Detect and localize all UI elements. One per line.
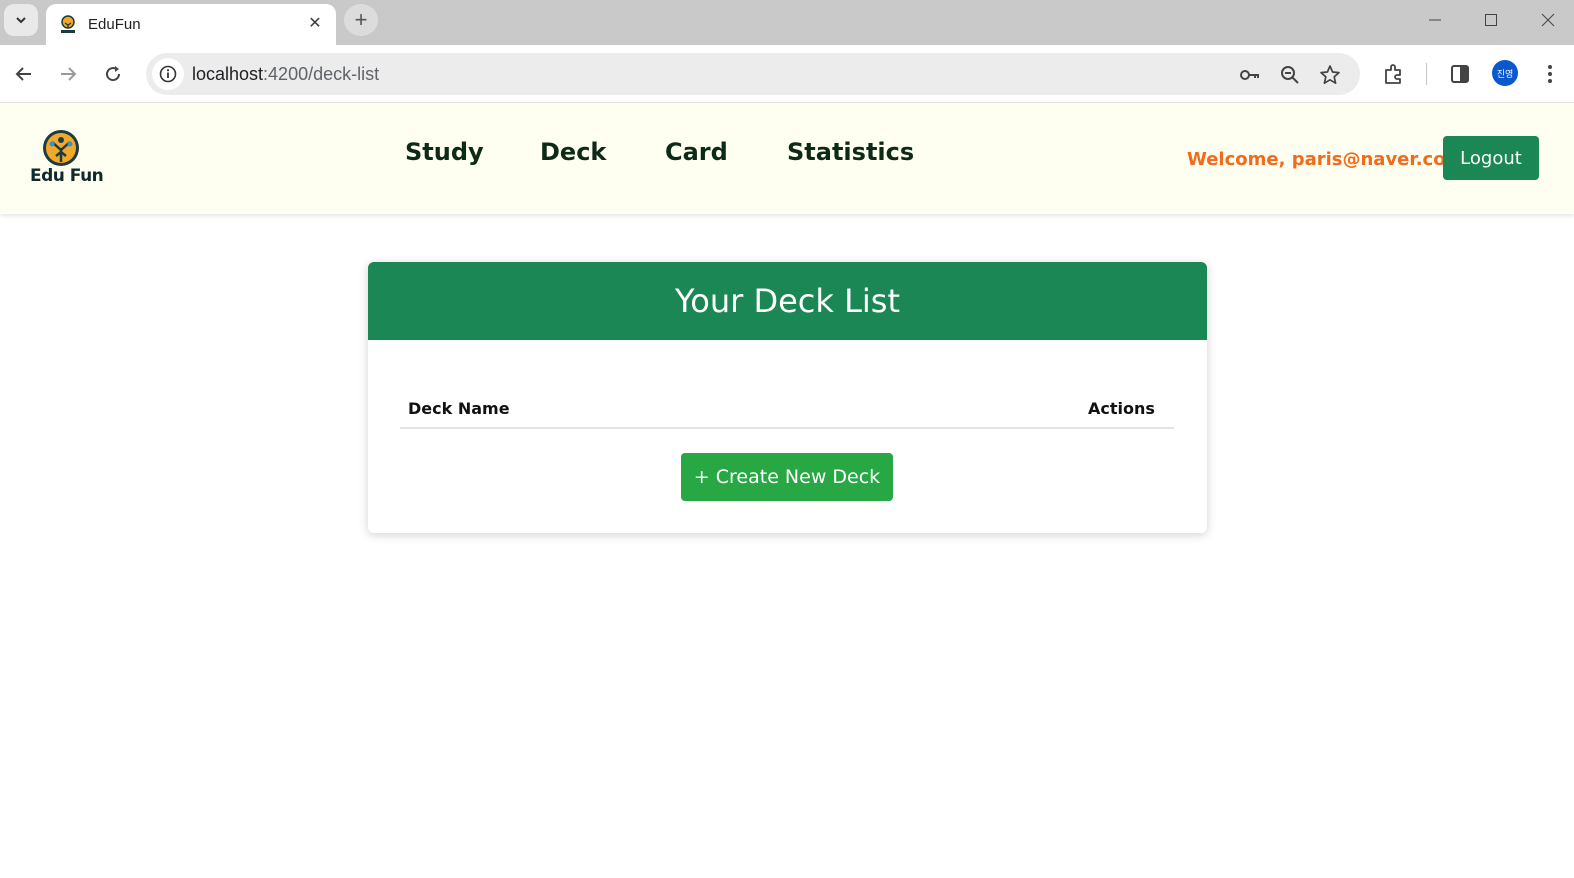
url-host: localhost (192, 64, 264, 84)
site-info-icon[interactable] (152, 58, 184, 90)
app-header: Edu Fun Study Deck Card Statistics Welco… (0, 104, 1574, 214)
back-arrow-icon[interactable] (9, 59, 39, 89)
browser-toolbar: localhost:4200/deck-list 진영 (0, 45, 1574, 103)
plus-icon: + (354, 7, 368, 32)
column-header-actions: Actions (1088, 399, 1155, 418)
column-header-deck-name: Deck Name (408, 399, 510, 418)
tab-title: EduFun (88, 16, 141, 33)
more-vert-icon[interactable] (1536, 60, 1564, 88)
nav-study[interactable]: Study (405, 138, 484, 166)
new-tab-button[interactable]: + (344, 4, 378, 36)
maximize-icon[interactable] (1476, 8, 1506, 32)
url-path: :4200/deck-list (263, 64, 380, 84)
profile-avatar[interactable]: 진영 (1492, 60, 1518, 86)
star-icon[interactable] (1318, 63, 1342, 87)
logout-button[interactable]: Logout (1443, 136, 1539, 180)
address-bar[interactable]: localhost:4200/deck-list (146, 53, 1360, 95)
extensions-icon[interactable] (1380, 60, 1408, 88)
nav-deck[interactable]: Deck (540, 138, 606, 166)
minimize-icon[interactable] (1420, 8, 1450, 32)
deck-list-title: Your Deck List (368, 262, 1207, 340)
table-header-divider (400, 427, 1174, 429)
tab-search-icon (16, 17, 26, 24)
side-panel-icon[interactable] (1446, 60, 1474, 88)
nav-statistics[interactable]: Statistics (787, 138, 914, 166)
create-new-deck-button[interactable]: + Create New Deck (681, 453, 893, 501)
welcome-message: Welcome, paris@naver.com! (1187, 149, 1473, 170)
toolbar-divider (1426, 63, 1427, 85)
browser-tab[interactable]: EduFun ✕ (46, 4, 336, 45)
logo-emblem-icon (43, 130, 79, 166)
browser-tabstrip: EduFun ✕ + (0, 0, 1574, 45)
zoom-icon[interactable] (1278, 63, 1302, 87)
logo-text: Edu Fun (30, 166, 104, 186)
window-close-icon[interactable] (1533, 8, 1563, 32)
deck-list-card: Your Deck List Deck Name Actions + Creat… (368, 262, 1207, 533)
url-text[interactable]: localhost:4200/deck-list (192, 64, 379, 85)
nav-card[interactable]: Card (665, 138, 728, 166)
tab-search-button[interactable] (4, 4, 38, 36)
key-icon[interactable] (1238, 63, 1262, 87)
reload-icon[interactable] (98, 59, 128, 89)
edufun-favicon-icon (58, 14, 78, 35)
forward-arrow-icon[interactable] (53, 59, 83, 89)
close-icon[interactable]: ✕ (306, 14, 324, 32)
